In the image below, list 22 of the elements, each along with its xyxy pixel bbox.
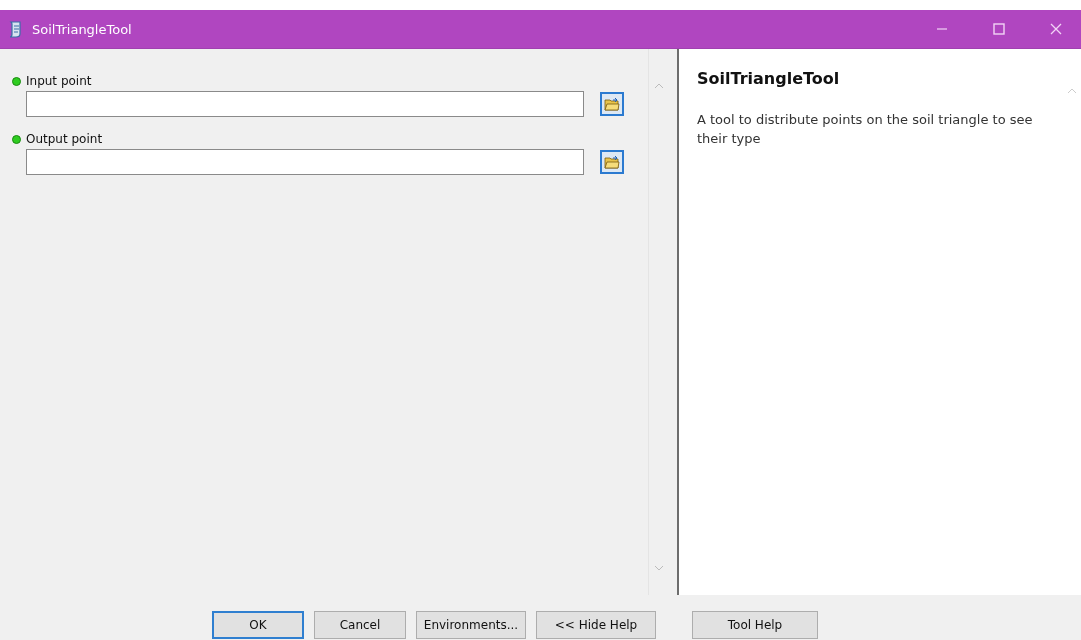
close-icon[interactable] — [1050, 23, 1062, 35]
dialog-button[interactable]: Environments... — [416, 610, 526, 639]
browse-button[interactable] — [600, 92, 624, 116]
help-title: SoilTriangleTool — [697, 69, 841, 88]
dialog-button[interactable]: OK — [212, 610, 304, 639]
folder-icon — [604, 155, 620, 169]
dialog-button[interactable]: << Hide Help — [536, 610, 656, 639]
field-label: Input point — [26, 74, 92, 88]
scroll-up-icon[interactable] — [1067, 88, 1077, 94]
input-field[interactable] — [26, 91, 584, 117]
window-title: SoilTriangleTool — [32, 21, 132, 37]
input-field[interactable] — [26, 149, 584, 175]
dialog-button[interactable]: Cancel — [314, 610, 406, 639]
maximize-icon[interactable] — [993, 23, 1005, 35]
scroll-icon — [8, 20, 24, 38]
folder-icon — [604, 97, 620, 111]
help-description: A tool to distribute points on the soil triangle to see their type — [697, 111, 1034, 148]
dialog-button[interactable]: Tool Help — [692, 610, 818, 639]
browse-button[interactable] — [600, 150, 624, 174]
field-label: Output point — [26, 132, 103, 146]
scroll-up-icon[interactable] — [654, 83, 664, 89]
scroll-down-icon[interactable] — [654, 565, 664, 571]
